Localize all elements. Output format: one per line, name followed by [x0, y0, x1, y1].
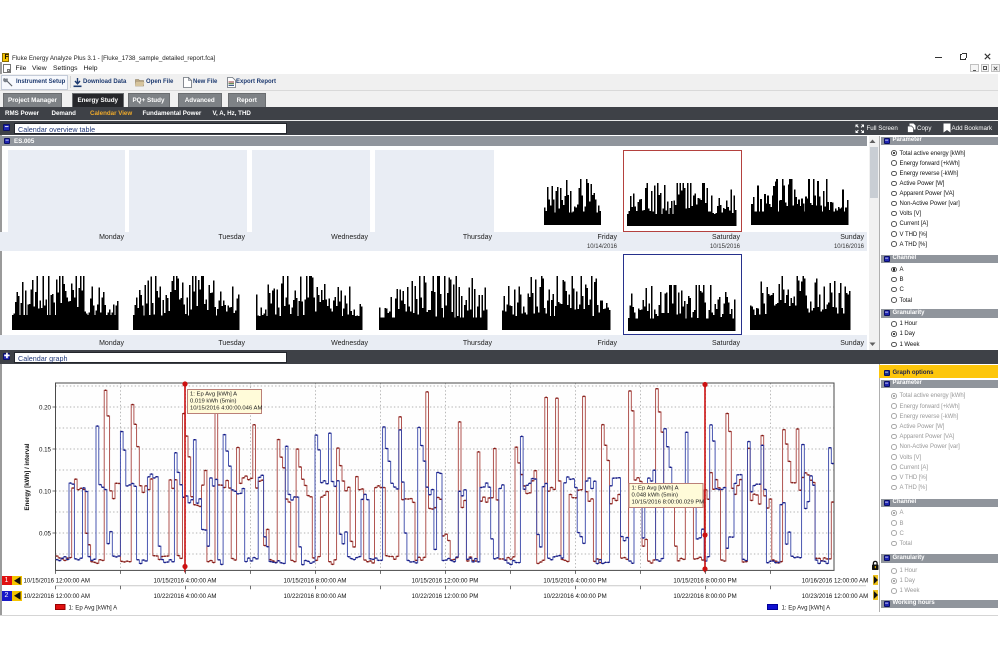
- svg-text:Energy [kWh] / interval: Energy [kWh] / interval: [24, 443, 31, 510]
- svg-text:10/15/2016 8:00:00 AM: 10/15/2016 8:00:00 AM: [283, 578, 346, 585]
- svg-text:10/22/2016 8:00:00 AM: 10/22/2016 8:00:00 AM: [283, 593, 346, 600]
- svg-text:1: Ep Avg [kWh] A: 1: Ep Avg [kWh] A: [782, 605, 832, 612]
- svg-text:10/15/2016 12:00:00 PM: 10/15/2016 12:00:00 PM: [412, 578, 479, 585]
- svg-text:10/15/2016 4:00:00 AM: 10/15/2016 4:00:00 AM: [153, 578, 216, 585]
- svg-text:10/16/2016 12:00:00 AM: 10/16/2016 12:00:00 AM: [802, 578, 868, 585]
- svg-text:10/22/2016 4:00:00 AM: 10/22/2016 4:00:00 AM: [153, 593, 216, 600]
- svg-text:0.10: 0.10: [39, 489, 52, 496]
- svg-text:0.019 kWh (5min): 0.019 kWh (5min): [190, 399, 237, 405]
- svg-text:10/23/2016 12:00:00 AM: 10/23/2016 12:00:00 AM: [802, 593, 868, 600]
- svg-text:0.048 kWh (5min): 0.048 kWh (5min): [632, 493, 679, 499]
- svg-text:0.15: 0.15: [39, 447, 52, 454]
- svg-text:10/22/2016 4:00:00 PM: 10/22/2016 4:00:00 PM: [543, 593, 606, 600]
- svg-text:10/22/2016 12:00:00 PM: 10/22/2016 12:00:00 PM: [412, 593, 479, 600]
- svg-text:1: Ep Avg [kWh] A: 1: Ep Avg [kWh] A: [190, 391, 237, 397]
- svg-text:10/15/2016 4:00:00 PM: 10/15/2016 4:00:00 PM: [543, 578, 606, 585]
- svg-text:1: Ep Avg [kWh] A: 1: Ep Avg [kWh] A: [69, 605, 119, 612]
- svg-text:10/15/2016 12:00:00 AM: 10/15/2016 12:00:00 AM: [24, 578, 90, 585]
- svg-text:0.20: 0.20: [39, 405, 52, 412]
- svg-text:10/15/2016 8:00:00 PM: 10/15/2016 8:00:00 PM: [673, 578, 736, 585]
- svg-text:10/15/2016 4:00:00.046 AM: 10/15/2016 4:00:00.046 AM: [190, 406, 262, 412]
- svg-text:10/22/2016 12:00:00 AM: 10/22/2016 12:00:00 AM: [24, 593, 90, 600]
- svg-text:1: Ep Avg [kWh] A: 1: Ep Avg [kWh] A: [632, 485, 679, 491]
- svg-text:0.05: 0.05: [39, 531, 52, 538]
- svg-text:10/15/2016 8:00:00.029 PM: 10/15/2016 8:00:00.029 PM: [632, 500, 705, 506]
- svg-text:10/22/2016 8:00:00 PM: 10/22/2016 8:00:00 PM: [673, 593, 736, 600]
